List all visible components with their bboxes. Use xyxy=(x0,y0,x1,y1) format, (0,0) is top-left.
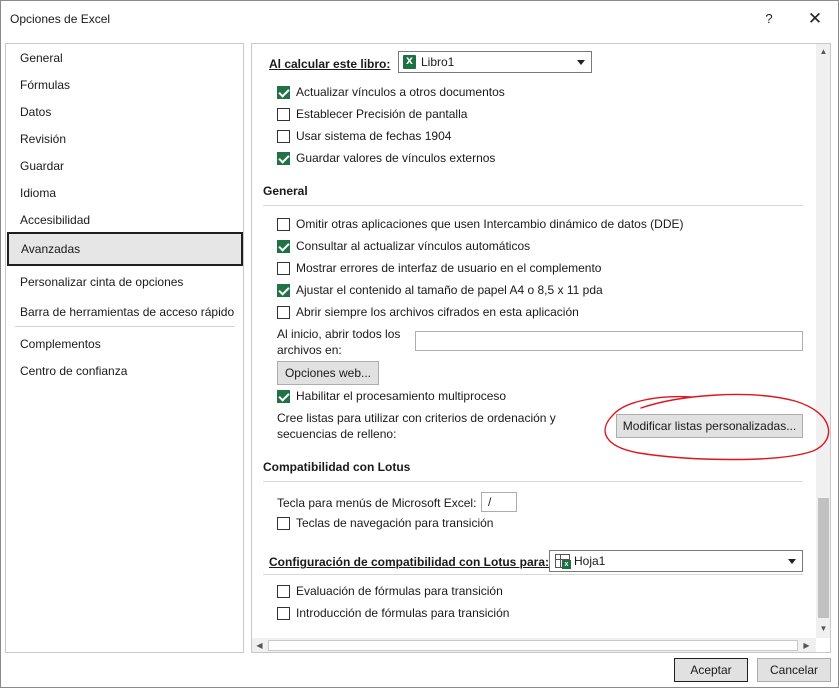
checkbox-label: Abrir siempre los archivos cifrados en e… xyxy=(296,305,579,319)
title-bar: Opciones de Excel ? ✕ xyxy=(1,1,838,37)
checkbox-transition-navigation-keys[interactable]: Teclas de navegación para transición xyxy=(277,515,493,531)
horizontal-scroll-thumb[interactable] xyxy=(268,640,798,651)
scroll-up-arrow-icon[interactable]: ▲ xyxy=(816,44,830,59)
checkbox-ignore-dde[interactable]: Omitir otras aplicaciones que usen Inter… xyxy=(277,216,684,232)
advanced-options-panel: Al calcular este libro: X Libro1 Actuali… xyxy=(251,43,831,653)
checkbox-show-addin-ui-errors[interactable]: Mostrar errores de interfaz de usuario e… xyxy=(277,260,601,276)
section-title-general: General xyxy=(263,184,308,198)
checkbox-icon[interactable] xyxy=(277,129,290,143)
section-divider xyxy=(263,205,803,206)
excel-options-dialog: Opciones de Excel ? ✕ General Fórmulas D… xyxy=(0,0,839,688)
dropdown-arrow-icon xyxy=(788,559,796,564)
nav-item-avanzadas-label: Avanzadas xyxy=(21,242,81,256)
checkbox-label: Actualizar vínculos a otros documentos xyxy=(296,85,505,99)
checkbox-label: Evaluación de fórmulas para transición xyxy=(296,584,503,598)
custom-lists-label-line1: Cree listas para utilizar con criterios … xyxy=(277,411,556,425)
checkbox-label: Teclas de navegación para transición xyxy=(296,516,494,530)
excel-workbook-icon: X xyxy=(403,55,416,69)
vertical-scrollbar[interactable]: ▲ ▼ xyxy=(816,44,830,638)
checkbox-icon[interactable] xyxy=(277,283,290,297)
checkbox-label: Ajustar el contenido al tamaño de papel … xyxy=(296,283,603,297)
checkbox-label: Consultar al actualizar vínculos automát… xyxy=(296,239,531,253)
calc-book-label: Al calcular este libro: xyxy=(269,57,391,71)
nav-item-personalizar-cinta[interactable]: Personalizar cinta de opciones xyxy=(20,275,183,289)
section-title-lotus: Compatibilidad con Lotus xyxy=(263,460,411,474)
checkbox-save-external-link-values[interactable]: Guardar valores de vínculos externos xyxy=(277,150,495,166)
checkbox-icon[interactable] xyxy=(277,584,290,598)
startup-folder-label-line1: Al inicio, abrir todos los xyxy=(277,327,401,341)
checkbox-icon[interactable] xyxy=(277,516,290,530)
checkbox-scale-paper-size[interactable]: Ajustar el contenido al tamaño de papel … xyxy=(277,282,603,298)
checkbox-multithreaded-processing[interactable]: Habilitar el procesamiento multiproceso xyxy=(277,388,506,404)
nav-item-revision[interactable]: Revisión xyxy=(20,132,66,146)
vertical-scroll-thumb[interactable] xyxy=(818,498,829,618)
help-button[interactable]: ? xyxy=(757,9,781,29)
lotus-settings-sheet-select[interactable]: x Hoja1 xyxy=(549,550,803,572)
checkbox-icon[interactable] xyxy=(277,217,290,231)
scroll-right-arrow-icon[interactable]: ▶ xyxy=(799,638,814,652)
custom-lists-label-line2: secuencias de relleno: xyxy=(277,427,397,441)
nav-item-idioma[interactable]: Idioma xyxy=(20,186,56,200)
edit-custom-lists-button[interactable]: Modificar listas personalizadas... xyxy=(616,414,803,438)
calc-book-select[interactable]: X Libro1 xyxy=(398,51,592,73)
nav-item-avanzadas[interactable]: Avanzadas xyxy=(7,232,243,266)
checkbox-icon[interactable] xyxy=(277,85,290,99)
close-button[interactable]: ✕ xyxy=(801,9,829,29)
calc-book-select-value: Libro1 xyxy=(421,55,455,69)
horizontal-scrollbar[interactable]: ◀ ▶ xyxy=(252,638,816,652)
cancel-button[interactable]: Cancelar xyxy=(757,658,831,682)
nav-item-guardar[interactable]: Guardar xyxy=(20,159,64,173)
ok-button[interactable]: Aceptar xyxy=(674,658,748,682)
checkbox-1904-date-system[interactable]: Usar sistema de fechas 1904 xyxy=(277,128,451,144)
scroll-left-arrow-icon[interactable]: ◀ xyxy=(252,638,267,652)
checkbox-icon[interactable] xyxy=(277,151,290,165)
checkbox-transition-formula-entry[interactable]: Introducción de fórmulas para transición xyxy=(277,605,509,621)
excel-badge-icon: x xyxy=(562,560,571,569)
checkbox-label: Establecer Precisión de pantalla xyxy=(296,107,468,121)
dropdown-arrow-icon xyxy=(577,60,585,65)
checkbox-icon[interactable] xyxy=(277,239,290,253)
lotus-settings-sheet-value: Hoja1 xyxy=(574,554,606,568)
dialog-title: Opciones de Excel xyxy=(10,12,111,26)
checkbox-ask-update-links[interactable]: Consultar al actualizar vínculos automát… xyxy=(277,238,530,254)
checkbox-label: Omitir otras aplicaciones que usen Inter… xyxy=(296,217,684,231)
checkbox-icon[interactable] xyxy=(277,107,290,121)
section-divider xyxy=(263,574,803,575)
nav-item-general[interactable]: General xyxy=(20,51,63,65)
lotus-settings-label: Configuración de compatibilidad con Lotu… xyxy=(269,555,550,569)
checkbox-precision-as-displayed[interactable]: Establecer Precisión de pantalla xyxy=(277,106,467,122)
checkbox-label: Usar sistema de fechas 1904 xyxy=(296,129,452,143)
startup-folder-label-line2: archivos en: xyxy=(277,343,342,357)
nav-divider xyxy=(15,326,235,327)
checkbox-label: Introducción de fórmulas para transición xyxy=(296,606,510,620)
lotus-menu-key-input[interactable]: / xyxy=(481,492,517,512)
checkbox-icon[interactable] xyxy=(277,606,290,620)
checkbox-label: Habilitar el procesamiento multiproceso xyxy=(296,389,507,403)
nav-item-formulas[interactable]: Fórmulas xyxy=(20,78,70,92)
checkbox-icon[interactable] xyxy=(277,305,290,319)
nav-item-complementos[interactable]: Complementos xyxy=(20,337,101,351)
nav-item-centro-confianza[interactable]: Centro de confianza xyxy=(20,364,127,378)
nav-item-datos[interactable]: Datos xyxy=(20,105,51,119)
section-divider xyxy=(263,481,803,482)
checkbox-transition-formula-evaluation[interactable]: Evaluación de fórmulas para transición xyxy=(277,583,503,599)
checkbox-label: Mostrar errores de interfaz de usuario e… xyxy=(296,261,602,275)
nav-item-accesibilidad[interactable]: Accesibilidad xyxy=(20,213,90,227)
checkbox-update-links[interactable]: Actualizar vínculos a otros documentos xyxy=(277,84,505,100)
checkbox-icon[interactable] xyxy=(277,389,290,403)
startup-folder-input[interactable] xyxy=(415,331,803,351)
nav-item-barra-acceso-rapido[interactable]: Barra de herramientas de acceso rápido xyxy=(20,305,234,319)
web-options-button[interactable]: Opciones web... xyxy=(277,361,379,385)
options-nav: General Fórmulas Datos Revisión Guardar … xyxy=(5,43,244,653)
lotus-menu-key-label: Tecla para menús de Microsoft Excel: xyxy=(277,496,477,510)
checkbox-label: Guardar valores de vínculos externos xyxy=(296,151,496,165)
checkbox-open-encrypted-files[interactable]: Abrir siempre los archivos cifrados en e… xyxy=(277,304,579,320)
checkbox-icon[interactable] xyxy=(277,261,290,275)
scroll-down-arrow-icon[interactable]: ▼ xyxy=(816,621,830,636)
